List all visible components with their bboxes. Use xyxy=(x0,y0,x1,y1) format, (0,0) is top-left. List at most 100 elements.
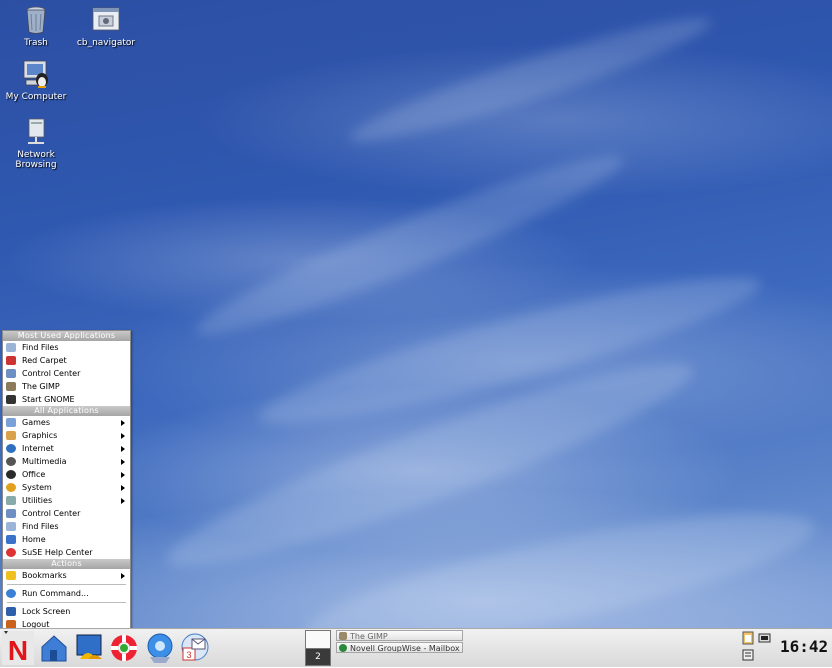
menu-item-run-command[interactable]: Run Command... xyxy=(3,587,130,600)
control-icon xyxy=(6,509,16,518)
desktop-icon-label: cb_navigator xyxy=(76,38,136,48)
menu-item-label: Lock Screen xyxy=(22,607,71,616)
menu-header-all-apps: All Applications xyxy=(3,406,130,416)
menu-item-multimedia[interactable]: Multimedia xyxy=(3,455,130,468)
submenu-arrow-icon xyxy=(121,459,125,465)
novell-n-icon: N xyxy=(2,631,34,666)
groupwise-icon xyxy=(339,644,347,652)
menu-item-red-carpet[interactable]: Red Carpet xyxy=(3,354,130,367)
pager-desktop-1[interactable] xyxy=(306,631,330,649)
menu-item-label: Find Files xyxy=(22,522,59,531)
internet-icon xyxy=(6,444,16,453)
menu-item-label: Home xyxy=(22,535,46,544)
menu-item-label: Multimedia xyxy=(22,457,67,466)
submenu-arrow-icon xyxy=(121,573,125,579)
window-icon xyxy=(90,4,122,36)
gnome-icon xyxy=(6,395,16,404)
menu-item-office[interactable]: Office xyxy=(3,468,130,481)
keyboard-icon[interactable] xyxy=(742,649,754,661)
menu-item-label: Utilities xyxy=(22,496,53,505)
home-launcher[interactable] xyxy=(38,631,70,664)
menu-item-games[interactable]: Games xyxy=(3,416,130,429)
submenu-arrow-icon xyxy=(121,446,125,452)
menu-header-most-used: Most Used Applications xyxy=(3,331,130,341)
svg-text:3: 3 xyxy=(186,650,191,660)
show-desktop-launcher[interactable] xyxy=(74,631,106,664)
menu-item-label: The GIMP xyxy=(22,382,60,391)
help-launcher[interactable] xyxy=(108,631,140,664)
menu-item-suse-help-center[interactable]: SuSE Help Center xyxy=(3,546,130,559)
menu-item-start-gnome[interactable]: Start GNOME xyxy=(3,393,130,406)
office-icon xyxy=(6,470,16,479)
task-label: The GIMP xyxy=(350,632,388,641)
menu-item-graphics[interactable]: Graphics xyxy=(3,429,130,442)
lock-icon xyxy=(6,607,16,616)
menu-separator xyxy=(7,584,126,585)
menu-item-label: Find Files xyxy=(22,343,59,352)
menu-item-home[interactable]: Home xyxy=(3,533,130,546)
monitor-icon[interactable] xyxy=(758,633,771,643)
konqueror-icon xyxy=(147,633,173,663)
clock[interactable]: 16:42 xyxy=(780,635,828,659)
home-icon xyxy=(41,635,67,662)
multimedia-icon xyxy=(6,457,16,466)
gimp-icon xyxy=(6,382,16,391)
pager-desktop-2[interactable]: 2 xyxy=(306,649,330,665)
clipboard-icon[interactable] xyxy=(742,631,754,645)
menu-item-label: Internet xyxy=(22,444,54,453)
menu-item-find-files[interactable]: Find Files xyxy=(3,341,130,354)
desktop-icon-network-browsing[interactable]: Network Browsing xyxy=(1,116,71,170)
desktop-icon-label: Trash xyxy=(24,38,48,48)
desktop-icon-trash[interactable]: Trash xyxy=(1,4,71,48)
menu-item-find-files-2[interactable]: Find Files xyxy=(3,520,130,533)
menu-item-label: Control Center xyxy=(22,369,81,378)
submenu-arrow-icon xyxy=(121,485,125,491)
menu-item-label: Start GNOME xyxy=(22,395,75,404)
desktop-pager[interactable]: 2 xyxy=(305,630,331,666)
lifebuoy-icon xyxy=(111,635,137,661)
control-icon xyxy=(6,369,16,378)
show-desktop-icon xyxy=(76,634,102,659)
menu-item-label: Bookmarks xyxy=(22,571,67,580)
submenu-arrow-icon xyxy=(121,433,125,439)
utilities-icon xyxy=(6,496,16,505)
mail-icon: 3 xyxy=(181,633,209,661)
menu-item-internet[interactable]: Internet xyxy=(3,442,130,455)
desktop-icon-my-computer[interactable]: My Computer xyxy=(1,58,71,102)
task-label: Novell GroupWise - Mailbox xyxy=(350,644,460,653)
menu-item-label: Red Carpet xyxy=(22,356,67,365)
menu-item-bookmarks[interactable]: Bookmarks xyxy=(3,569,130,582)
start-button[interactable]: N xyxy=(2,631,34,666)
submenu-arrow-icon xyxy=(121,498,125,504)
menu-item-utilities[interactable]: Utilities xyxy=(3,494,130,507)
menu-item-control-center-2[interactable]: Control Center xyxy=(3,507,130,520)
browser-launcher[interactable] xyxy=(144,631,176,664)
system-tray xyxy=(738,630,774,664)
svg-text:N: N xyxy=(8,635,28,665)
gimp-icon xyxy=(339,632,347,640)
task-the-gimp[interactable]: The GIMP xyxy=(336,630,463,641)
home-icon xyxy=(6,535,16,544)
menu-item-system[interactable]: System xyxy=(3,481,130,494)
menu-item-the-gimp[interactable]: The GIMP xyxy=(3,380,130,393)
menu-item-lock-screen[interactable]: Lock Screen xyxy=(3,605,130,618)
run-icon xyxy=(6,589,16,598)
submenu-arrow-icon xyxy=(121,472,125,478)
computer-icon xyxy=(20,58,52,90)
submenu-arrow-icon xyxy=(121,420,125,426)
task-groupwise-mailbox[interactable]: Novell GroupWise - Mailbox xyxy=(336,642,463,653)
menu-item-label: Run Command... xyxy=(22,589,89,598)
help-icon xyxy=(6,548,16,557)
menu-item-label: Games xyxy=(22,418,50,427)
desktop-icon-label: Network Browsing xyxy=(15,150,57,170)
find-icon xyxy=(6,343,16,352)
bookmarks-icon xyxy=(6,571,16,580)
mail-launcher[interactable]: 3 xyxy=(178,631,210,664)
menu-item-label: System xyxy=(22,483,52,492)
games-icon xyxy=(6,418,16,427)
trash-icon xyxy=(20,4,52,36)
desktop-icon-cb-navigator[interactable]: cb_navigator xyxy=(71,4,141,48)
menu-item-control-center[interactable]: Control Center xyxy=(3,367,130,380)
start-menu: Most Used Applications Find Files Red Ca… xyxy=(2,330,131,629)
menu-item-label: SuSE Help Center xyxy=(22,548,93,557)
